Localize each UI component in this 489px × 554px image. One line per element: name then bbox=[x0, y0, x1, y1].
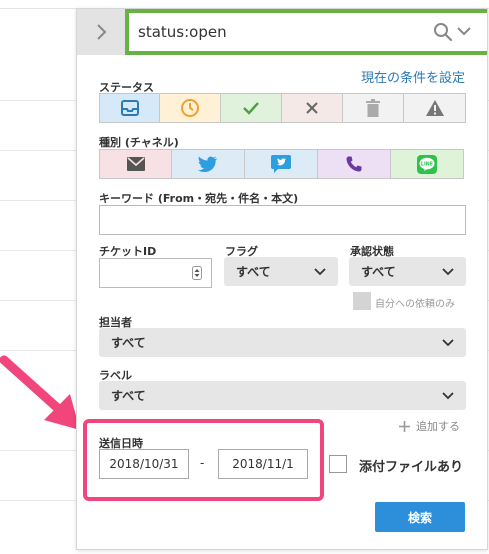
line-icon: LINE bbox=[417, 154, 437, 174]
status-closed-button[interactable] bbox=[282, 93, 343, 123]
attachment-checkbox[interactable] bbox=[329, 455, 347, 473]
flag-selected-value: すべて bbox=[236, 265, 271, 279]
search-icon[interactable] bbox=[433, 22, 453, 42]
status-pending-button[interactable] bbox=[160, 93, 221, 123]
my-requests-checkbox[interactable] bbox=[353, 292, 371, 310]
email-icon bbox=[126, 157, 145, 171]
my-requests-label: 自分への依頼のみ bbox=[375, 299, 455, 310]
expand-toggle-button[interactable] bbox=[77, 9, 125, 55]
chevron-down-icon bbox=[442, 338, 454, 346]
status-resolved-button[interactable] bbox=[221, 93, 282, 123]
flag-select[interactable]: すべて bbox=[224, 257, 338, 286]
search-submit-button[interactable]: 検索 bbox=[375, 502, 465, 532]
assignee-selected-value: すべて bbox=[111, 336, 146, 350]
approval-selected-value: すべて bbox=[361, 265, 396, 279]
attachment-label: 添付ファイルあり bbox=[359, 460, 464, 475]
twitter-dm-icon bbox=[271, 155, 291, 173]
check-icon bbox=[243, 102, 259, 115]
chevron-down-icon bbox=[442, 391, 454, 399]
set-current-conditions-link[interactable]: 現在の条件を設定 bbox=[361, 67, 465, 86]
chevron-right-icon bbox=[97, 24, 107, 40]
svg-text:LINE: LINE bbox=[421, 161, 433, 167]
approval-select[interactable]: すべて bbox=[349, 257, 466, 286]
trash-icon bbox=[366, 99, 380, 117]
warning-icon bbox=[425, 100, 444, 116]
keyword-label: キーワード (From・宛先・件名・本文) bbox=[99, 192, 299, 205]
channel-email-button[interactable] bbox=[99, 149, 172, 179]
assignee-select[interactable]: すべて bbox=[99, 328, 466, 357]
channel-twitter-button[interactable] bbox=[172, 149, 245, 179]
ticket-id-label: チケットID bbox=[99, 245, 157, 258]
channel-options: LINE bbox=[99, 149, 464, 179]
plus-icon bbox=[399, 420, 410, 432]
status-trash-button[interactable] bbox=[343, 93, 404, 123]
number-stepper-icon[interactable] bbox=[192, 266, 202, 280]
status-open-button[interactable] bbox=[99, 93, 160, 123]
phone-icon bbox=[346, 156, 362, 172]
twitter-icon bbox=[198, 156, 217, 172]
search-bar bbox=[125, 9, 487, 55]
tag-select[interactable]: すべて bbox=[99, 381, 466, 410]
channel-line-button[interactable]: LINE bbox=[391, 149, 464, 179]
chevron-down-icon[interactable] bbox=[457, 27, 471, 36]
channel-phone-button[interactable] bbox=[318, 149, 391, 179]
add-tag-link[interactable]: 追加する bbox=[399, 418, 460, 434]
channel-label: 種別 (チャネル) bbox=[99, 136, 179, 149]
tag-selected-value: すべて bbox=[111, 389, 146, 403]
status-options bbox=[99, 93, 466, 123]
keyword-input[interactable] bbox=[99, 205, 466, 235]
inbox-icon bbox=[120, 100, 139, 116]
add-tag-label: 追加する bbox=[416, 420, 460, 433]
sent-date-highlight-box bbox=[83, 419, 324, 501]
x-icon bbox=[306, 102, 318, 114]
channel-twitter-dm-button[interactable] bbox=[245, 149, 318, 179]
chevron-down-icon bbox=[314, 267, 326, 275]
clock-icon bbox=[181, 99, 199, 117]
status-spam-button[interactable] bbox=[404, 93, 466, 123]
chevron-down-icon bbox=[442, 267, 454, 275]
